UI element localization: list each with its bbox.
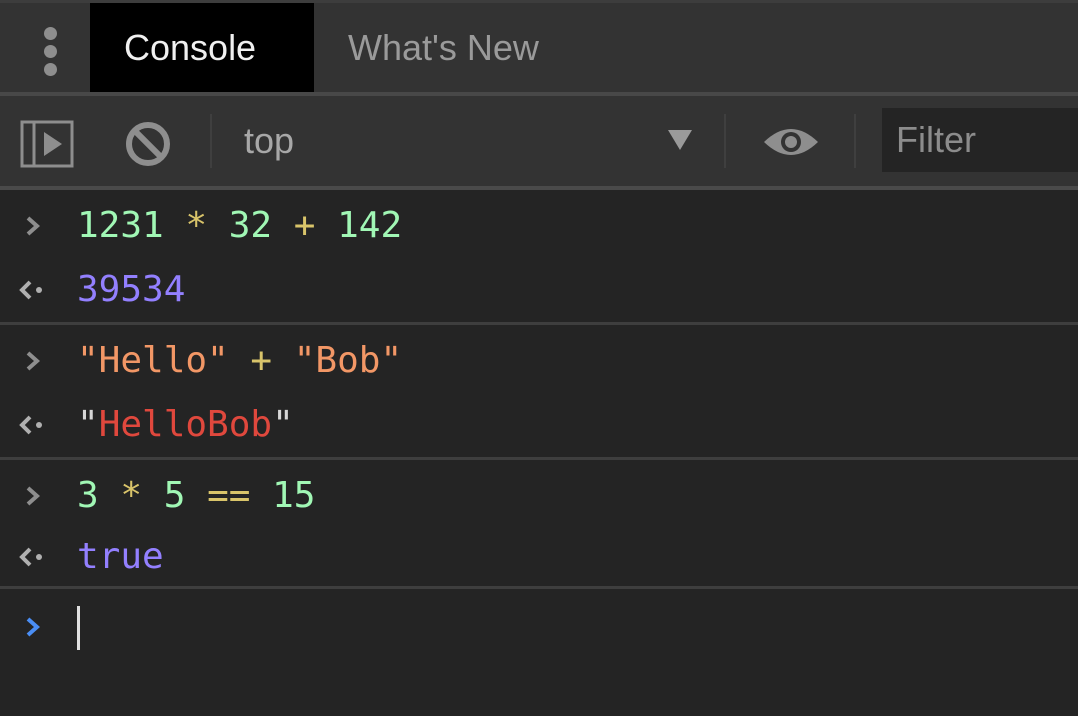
output-line: "HelloBob" bbox=[0, 393, 1078, 457]
context-selector[interactable]: top bbox=[244, 96, 294, 186]
sidebar-toggle-icon[interactable] bbox=[20, 120, 74, 168]
kebab-menu-icon[interactable] bbox=[40, 27, 60, 77]
chevron-right-icon bbox=[26, 351, 41, 371]
input-line: "Hello" + "Bob" bbox=[0, 329, 1078, 393]
console-prompt[interactable] bbox=[0, 595, 1078, 659]
divider bbox=[210, 114, 212, 168]
return-arrow-icon bbox=[19, 547, 42, 567]
input-line: 3 * 5 == 15 bbox=[0, 464, 1078, 528]
text-cursor bbox=[77, 606, 80, 650]
divider bbox=[724, 114, 726, 168]
chevron-right-icon bbox=[26, 486, 41, 506]
triangle-down-icon[interactable] bbox=[668, 130, 692, 150]
output-line: true bbox=[0, 528, 1078, 586]
tab-bar: Console What's New bbox=[0, 0, 1078, 96]
return-arrow-icon bbox=[19, 415, 42, 435]
console-entry: "Hello" + "Bob" "HelloBob" bbox=[0, 325, 1078, 460]
console-entry: 3 * 5 == 15 true bbox=[0, 460, 1078, 589]
console-toolbar: top bbox=[0, 96, 1078, 190]
divider bbox=[854, 114, 856, 168]
tab-whats-new[interactable]: What's New bbox=[314, 3, 573, 92]
eye-icon[interactable] bbox=[762, 124, 820, 160]
clear-console-icon[interactable] bbox=[124, 120, 172, 168]
console-entry: 1231 * 32 + 142 39534 bbox=[0, 190, 1078, 325]
return-arrow-icon bbox=[19, 280, 42, 300]
chevron-right-icon bbox=[26, 216, 41, 236]
input-line: 1231 * 32 + 142 bbox=[0, 194, 1078, 258]
filter-input[interactable] bbox=[882, 108, 1078, 172]
console-output: 1231 * 32 + 142 39534 "Hello" + "Bob" "H… bbox=[0, 190, 1078, 659]
chevron-right-icon bbox=[26, 617, 41, 637]
tab-console[interactable]: Console bbox=[90, 3, 314, 92]
output-line: 39534 bbox=[0, 258, 1078, 322]
